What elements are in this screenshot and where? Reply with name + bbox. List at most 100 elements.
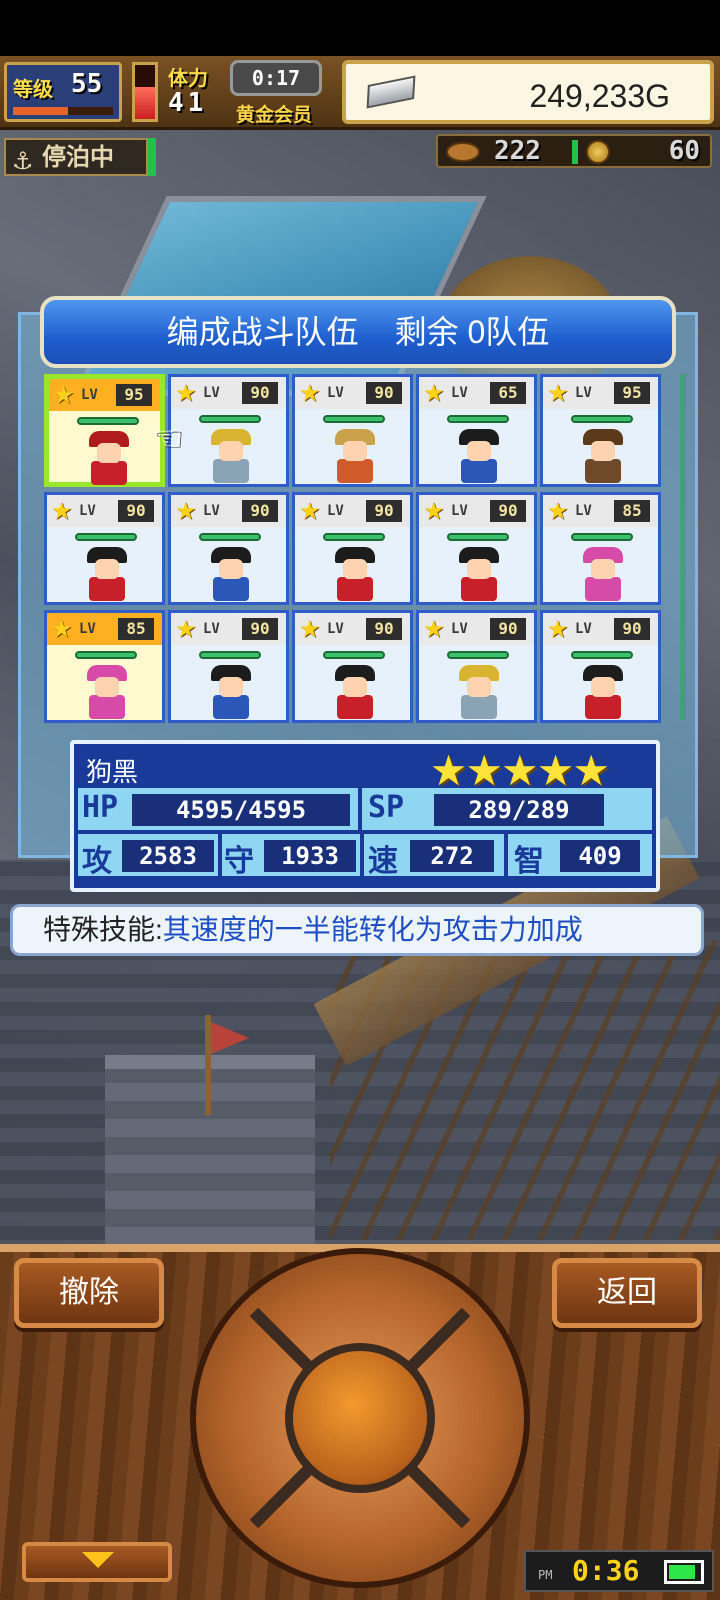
status-bar (0, 0, 720, 56)
star-icon: ★ (423, 379, 445, 407)
pointer-hand-icon: ☜ (152, 418, 183, 458)
stamina-label: 体力 (168, 66, 208, 90)
level-box[interactable]: 等级 55 (4, 62, 122, 122)
character-level: 90 (242, 500, 278, 522)
character-card[interactable]: ★ LV 90 (168, 610, 289, 723)
anchor-status-label: 停泊中 (42, 143, 114, 171)
character-level: 95 (614, 382, 650, 404)
star-icon: ★ (423, 615, 445, 643)
level-tag: LV (575, 621, 592, 637)
intellect-value: 409 (560, 840, 640, 872)
level-tag: LV (203, 621, 220, 637)
character-card[interactable]: ★ LV 90 (540, 610, 661, 723)
character-card[interactable]: ★ LV 90 (168, 492, 289, 605)
hp-bar (199, 651, 261, 659)
character-card[interactable]: ★ LV 95 (44, 374, 165, 487)
star-icon: ★ (175, 497, 197, 525)
character-level: 90 (242, 382, 278, 404)
attack-label: 攻 (82, 844, 112, 879)
silver-bar-icon (366, 75, 416, 109)
character-card[interactable]: ★ LV 90 (416, 492, 537, 605)
stamina-value: 41 (168, 88, 208, 118)
hp-stat: HP 4595/4595 (78, 788, 358, 830)
character-name: 狗黑 (86, 757, 139, 787)
gold-value: 249,233G (529, 78, 670, 114)
resource-strip: 222 60 (436, 134, 712, 168)
hp-bar (447, 533, 509, 541)
attack-value: 2583 (122, 840, 214, 872)
grid-scrollbar[interactable] (680, 374, 686, 720)
level-tag: LV (79, 503, 96, 519)
character-card[interactable]: ★ LV 90 (292, 492, 413, 605)
character-sprite (329, 665, 381, 721)
star-icon: ★ (175, 615, 197, 643)
confirm-button[interactable] (285, 1343, 435, 1493)
character-level: 85 (614, 500, 650, 522)
battery-icon (664, 1560, 704, 1584)
character-card[interactable]: ★ LV 85 (44, 610, 165, 723)
character-level: 90 (614, 618, 650, 640)
star-icon: ★ (299, 497, 321, 525)
clock-time: 0:36 (572, 1554, 640, 1587)
character-card[interactable]: ★ LV 95 (540, 374, 661, 487)
special-skill-label: 特殊技能: (43, 914, 163, 945)
dialog-title-remaining: 剩余 0队伍 (394, 314, 550, 350)
hp-bar (77, 417, 139, 425)
dialog-title-main: 编成战斗队伍 (166, 314, 359, 350)
character-card[interactable]: ★ LV 90 (44, 492, 165, 605)
attack-stat: 攻 2583 (78, 834, 218, 879)
sp-label: SP (368, 790, 405, 825)
gold-panel[interactable]: 249,233G (342, 60, 714, 124)
character-card[interactable]: ★ LV 90 (168, 374, 289, 487)
defense-label: 守 (224, 844, 254, 879)
hp-label: HP (82, 790, 119, 825)
character-sprite (453, 429, 505, 485)
star-icon: ★ (175, 379, 197, 407)
anchor-status-badge[interactable]: ⚓ 停泊中 (4, 138, 148, 176)
level-tag: LV (451, 621, 468, 637)
sp-stat: SP 289/289 (362, 788, 652, 830)
level-progress-fill (13, 107, 68, 115)
character-card[interactable]: ★ LV 90 (292, 374, 413, 487)
character-card[interactable]: ★ LV 90 (416, 610, 537, 723)
speed-stat: 速 272 (364, 834, 504, 879)
star-icon: ★ (51, 615, 73, 643)
medal-coin-icon (586, 140, 610, 164)
chevron-down-icon (82, 1552, 114, 1568)
character-sprite (329, 547, 381, 603)
anchor-status-indicator (148, 138, 156, 176)
level-tag: LV (203, 503, 220, 519)
character-level: 65 (490, 382, 526, 404)
hp-bar (75, 651, 137, 659)
remove-button[interactable]: 撤除 (14, 1258, 164, 1328)
character-card[interactable]: ★ LV 85 (540, 492, 661, 605)
star-icon: ★ (299, 379, 321, 407)
back-button[interactable]: 返回 (552, 1258, 702, 1328)
character-sprite (453, 665, 505, 721)
character-level: 90 (366, 500, 402, 522)
food-icon (446, 142, 480, 162)
gold-member-label: 黄金会员 (236, 104, 313, 126)
anchor-icon: ⚓ (12, 147, 34, 175)
character-sprite (205, 547, 257, 603)
character-sprite (205, 665, 257, 721)
character-level: 90 (118, 500, 154, 522)
hp-bar (571, 651, 633, 659)
hp-bar (323, 651, 385, 659)
special-skill-text: 其速度的一半能转化为攻击力加成 (162, 914, 583, 945)
character-level: 90 (490, 500, 526, 522)
star-icon: ★ (423, 497, 445, 525)
character-card[interactable]: ★ LV 65 (416, 374, 537, 487)
character-sprite (81, 547, 133, 603)
level-tag: LV (575, 385, 592, 401)
menu-toggle-button[interactable] (22, 1542, 172, 1582)
hp-bar (447, 651, 509, 659)
character-sprite (577, 429, 629, 485)
level-tag: LV (451, 385, 468, 401)
character-card[interactable]: ★ LV 90 (292, 610, 413, 723)
intellect-label: 智 (514, 844, 544, 879)
character-level: 90 (242, 618, 278, 640)
character-sprite (577, 547, 629, 603)
level-tag: LV (451, 503, 468, 519)
sp-value: 289/289 (434, 794, 604, 826)
